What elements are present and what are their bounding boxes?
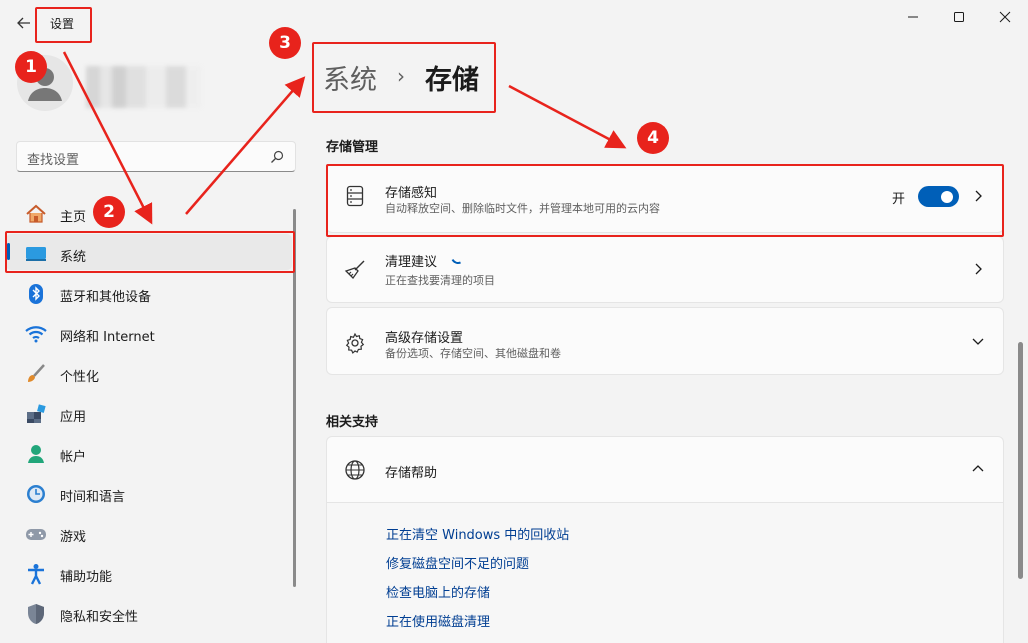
maximize-button[interactable] — [936, 2, 982, 32]
brush-icon — [25, 363, 47, 385]
search-icon[interactable] — [270, 150, 284, 164]
sidebar-item-label: 主页 — [60, 210, 87, 225]
wifi-icon — [25, 323, 47, 345]
sidebar-item-gaming[interactable] — [6, 516, 292, 552]
time-language-icon — [25, 483, 47, 505]
blurred-account-name — [86, 66, 201, 108]
annotation-box-storage-sense — [326, 164, 1004, 237]
help-link[interactable]: 修复磁盘空间不足的问题 — [386, 553, 529, 572]
sidebar-item-home[interactable] — [6, 196, 292, 232]
globe-icon — [343, 458, 367, 482]
sidebar-item-accessibility[interactable] — [6, 556, 292, 592]
annotation-box-system — [5, 231, 295, 273]
chevron-up-icon[interactable] — [968, 459, 988, 479]
sidebar-item-label: 隐私和安全性 — [60, 610, 139, 625]
back-arrow-icon — [17, 17, 30, 29]
annotation-badge: 1 — [15, 51, 47, 83]
chevron-right-icon[interactable] — [968, 259, 988, 279]
sidebar-item-label: 网络和 Internet — [60, 330, 155, 345]
sidebar-item-time-language[interactable] — [6, 476, 292, 512]
accessibility-icon — [25, 563, 47, 585]
sidebar-item-label: 帐户 — [60, 450, 87, 465]
close-icon — [999, 11, 1011, 23]
maximize-icon — [954, 12, 964, 22]
bluetooth-icon — [25, 283, 47, 305]
sidebar-item-privacy[interactable] — [6, 596, 292, 632]
minimize-button[interactable] — [890, 2, 936, 32]
sidebar-item-label: 辅助功能 — [60, 570, 113, 585]
section-heading-related-support: 相关支持 — [326, 415, 379, 430]
sidebar-item-label: 蓝牙和其他设备 — [60, 290, 152, 305]
sidebar-item-personalization[interactable] — [6, 356, 292, 392]
help-link[interactable]: 正在使用磁盘清理 — [386, 611, 490, 630]
sidebar-item-label: 时间和语言 — [60, 490, 126, 505]
apps-icon — [25, 403, 47, 425]
cleanup-subtitle: 正在查找要清理的项目 — [385, 274, 495, 287]
chevron-down-icon[interactable] — [968, 331, 988, 351]
annotation-badge: 4 — [637, 122, 669, 154]
cleanup-title: 清理建议 — [385, 255, 438, 270]
help-link[interactable]: 检查电脑上的存储 — [386, 582, 490, 601]
annotation-badge: 2 — [93, 196, 125, 228]
home-icon — [25, 203, 47, 225]
sidebar-item-label: 个性化 — [60, 370, 100, 385]
gaming-icon — [25, 523, 47, 545]
advanced-storage-title: 高级存储设置 — [385, 331, 464, 346]
shield-icon — [25, 603, 47, 625]
back-button[interactable] — [10, 8, 38, 38]
annotation-badge: 3 — [269, 27, 301, 59]
sidebar-item-apps[interactable] — [6, 396, 292, 432]
minimize-icon — [908, 16, 918, 18]
sidebar-item-accounts[interactable] — [6, 436, 292, 472]
broom-icon — [343, 258, 367, 282]
sidebar-item-label: 游戏 — [60, 530, 87, 545]
close-button[interactable] — [982, 2, 1028, 32]
section-heading-storage-management: 存储管理 — [326, 140, 379, 155]
advanced-storage-subtitle: 备份选项、存储空间、其他磁盘和卷 — [385, 347, 561, 360]
account-icon — [25, 443, 47, 465]
sidebar-item-label: 应用 — [60, 410, 87, 425]
help-link[interactable]: 正在清空 Windows 中的回收站 — [386, 524, 569, 543]
main-scrollbar[interactable] — [1018, 342, 1023, 579]
search-placeholder: 查找设置 — [27, 153, 80, 168]
gear-icon — [343, 331, 367, 355]
storage-help-title: 存储帮助 — [385, 466, 438, 481]
annotation-box-breadcrumb — [312, 42, 496, 113]
annotation-box-title — [35, 7, 92, 43]
